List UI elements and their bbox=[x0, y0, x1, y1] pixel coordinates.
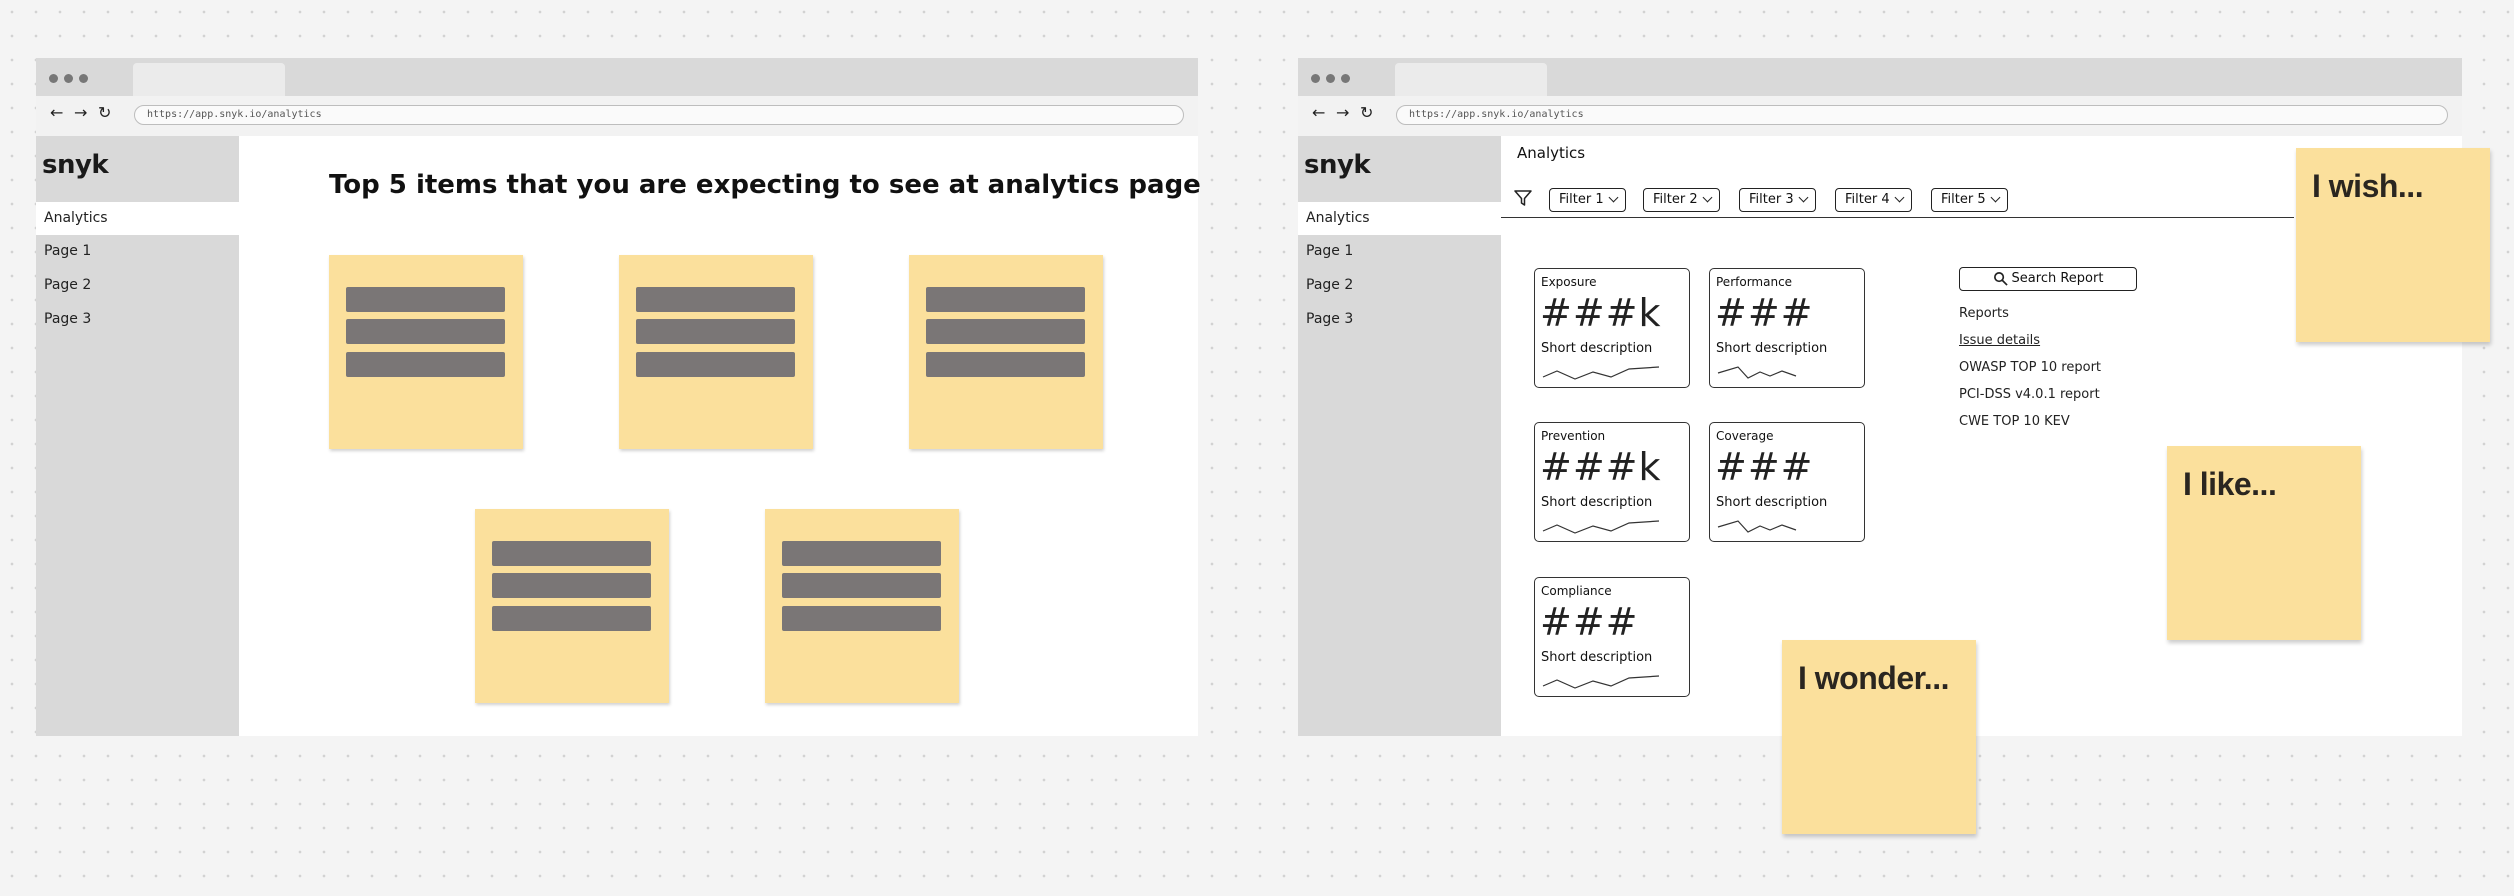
chevron-down-icon bbox=[1702, 192, 1713, 203]
card-title: Prevention bbox=[1541, 429, 1606, 443]
sidebar-item-page-3[interactable]: Page 3 bbox=[1298, 303, 1501, 336]
filter-icon[interactable] bbox=[1513, 188, 1533, 208]
sticky-note-placeholder[interactable] bbox=[329, 255, 523, 449]
card-title: Coverage bbox=[1716, 429, 1774, 443]
card-description: Short description bbox=[1541, 341, 1653, 356]
metric-card-exposure[interactable]: Exposure ###k Short description bbox=[1534, 268, 1690, 388]
address-bar[interactable]: https://app.snyk.io/analytics bbox=[1396, 105, 2448, 125]
report-link-cwe[interactable]: CWE TOP 10 KEV bbox=[1959, 414, 2070, 429]
sticky-note-placeholder[interactable] bbox=[909, 255, 1103, 449]
title-bar bbox=[1298, 58, 2462, 96]
sparkline-icon bbox=[1542, 366, 1660, 380]
sidebar-item-page-2[interactable]: Page 2 bbox=[36, 269, 239, 302]
reload-icon[interactable]: ↻ bbox=[98, 103, 111, 123]
sticky-note-text: I like... bbox=[2183, 466, 2277, 502]
metric-card-prevention[interactable]: Prevention ###k Short description bbox=[1534, 422, 1690, 542]
reports-heading: Reports bbox=[1959, 306, 2009, 321]
filter-bar: Filter 1 Filter 2 Filter 3 Filter 4 Filt… bbox=[1501, 174, 2294, 218]
metric-card-coverage[interactable]: Coverage ### Short description bbox=[1709, 422, 1865, 542]
filter-4-dropdown[interactable]: Filter 4 bbox=[1835, 188, 1912, 212]
sidebar-item-analytics[interactable]: Analytics bbox=[1298, 202, 1501, 235]
back-arrow-icon[interactable]: ← bbox=[1312, 103, 1325, 123]
filter-5-dropdown[interactable]: Filter 5 bbox=[1931, 188, 2008, 212]
sparkline-icon bbox=[1542, 520, 1660, 534]
report-link-issue-details[interactable]: Issue details bbox=[1959, 333, 2040, 348]
address-bar[interactable]: https://app.snyk.io/analytics bbox=[134, 105, 1184, 125]
browser-window-left: ← → ↻ https://app.snyk.io/analytics snyk… bbox=[36, 58, 1201, 736]
card-title: Performance bbox=[1716, 275, 1793, 289]
card-value: ### bbox=[1540, 600, 1639, 644]
search-report-label: Search Report bbox=[2011, 271, 2104, 286]
sticky-note-placeholder[interactable] bbox=[619, 255, 813, 449]
sticky-note-text: I wonder... bbox=[1798, 660, 1949, 696]
nav-bar: ← → ↻ https://app.snyk.io/analytics bbox=[1298, 96, 2462, 136]
card-value: ### bbox=[1715, 445, 1814, 489]
metric-card-performance[interactable]: Performance ### Short description bbox=[1709, 268, 1865, 388]
card-title: Exposure bbox=[1541, 275, 1597, 289]
forward-arrow-icon[interactable]: → bbox=[1336, 103, 1349, 123]
chevron-down-icon bbox=[1608, 192, 1619, 203]
sticky-note-placeholder[interactable] bbox=[765, 509, 959, 703]
browser-tab[interactable] bbox=[133, 63, 285, 96]
sidebar-item-analytics[interactable]: Analytics bbox=[36, 202, 239, 235]
logo: snyk bbox=[1304, 150, 1371, 180]
search-icon bbox=[1993, 272, 2008, 286]
filter-1-dropdown[interactable]: Filter 1 bbox=[1549, 188, 1626, 212]
back-arrow-icon[interactable]: ← bbox=[50, 103, 63, 123]
card-description: Short description bbox=[1716, 341, 1828, 356]
card-value: ###k bbox=[1540, 445, 1662, 489]
metric-card-compliance[interactable]: Compliance ### Short description bbox=[1534, 577, 1690, 697]
reload-icon[interactable]: ↻ bbox=[1360, 103, 1373, 123]
chevron-down-icon bbox=[1798, 192, 1809, 203]
chevron-down-icon bbox=[1894, 192, 1905, 203]
nav-bar: ← → ↻ https://app.snyk.io/analytics bbox=[36, 96, 1198, 136]
sticky-note-wish[interactable]: I wish... bbox=[2296, 148, 2490, 342]
main-content: Top 5 items that you are expecting to se… bbox=[239, 136, 1201, 736]
card-value: ###k bbox=[1540, 291, 1662, 335]
sidebar-item-page-3[interactable]: Page 3 bbox=[36, 303, 239, 336]
card-description: Short description bbox=[1716, 495, 1828, 510]
card-title: Compliance bbox=[1541, 584, 1612, 598]
window-controls[interactable] bbox=[49, 74, 88, 83]
logo: snyk bbox=[42, 150, 109, 180]
sidebar: snyk Analytics Page 1 Page 2 Page 3 bbox=[36, 136, 239, 736]
sidebar: snyk Analytics Page 1 Page 2 Page 3 bbox=[1298, 136, 1501, 736]
chevron-down-icon bbox=[1990, 192, 2001, 203]
sidebar-item-page-1[interactable]: Page 1 bbox=[36, 235, 239, 268]
filter-3-dropdown[interactable]: Filter 3 bbox=[1739, 188, 1816, 212]
browser-tab[interactable] bbox=[1395, 63, 1547, 96]
search-report-button[interactable]: Search Report bbox=[1959, 267, 2137, 291]
sidebar-item-page-1[interactable]: Page 1 bbox=[1298, 235, 1501, 268]
card-value: ### bbox=[1715, 291, 1814, 335]
title-bar bbox=[36, 58, 1198, 96]
forward-arrow-icon[interactable]: → bbox=[74, 103, 87, 123]
sticky-note-placeholder[interactable] bbox=[475, 509, 669, 703]
page-heading: Top 5 items that you are expecting to se… bbox=[329, 170, 1201, 200]
sticky-note-like[interactable]: I like... bbox=[2167, 446, 2361, 640]
window-controls[interactable] bbox=[1311, 74, 1350, 83]
card-description: Short description bbox=[1541, 495, 1653, 510]
sticky-note-wonder[interactable]: I wonder... bbox=[1782, 640, 1976, 834]
report-link-pci-dss[interactable]: PCI-DSS v4.0.1 report bbox=[1959, 387, 2100, 402]
sidebar-item-page-2[interactable]: Page 2 bbox=[1298, 269, 1501, 302]
filter-2-dropdown[interactable]: Filter 2 bbox=[1643, 188, 1720, 212]
card-description: Short description bbox=[1541, 650, 1653, 665]
page-title: Analytics bbox=[1517, 144, 1586, 162]
sticky-note-text: I wish... bbox=[2312, 168, 2424, 204]
sparkline-icon bbox=[1717, 520, 1797, 533]
sparkline-icon bbox=[1717, 366, 1797, 379]
report-link-owasp[interactable]: OWASP TOP 10 report bbox=[1959, 360, 2101, 375]
sparkline-icon bbox=[1542, 675, 1660, 689]
